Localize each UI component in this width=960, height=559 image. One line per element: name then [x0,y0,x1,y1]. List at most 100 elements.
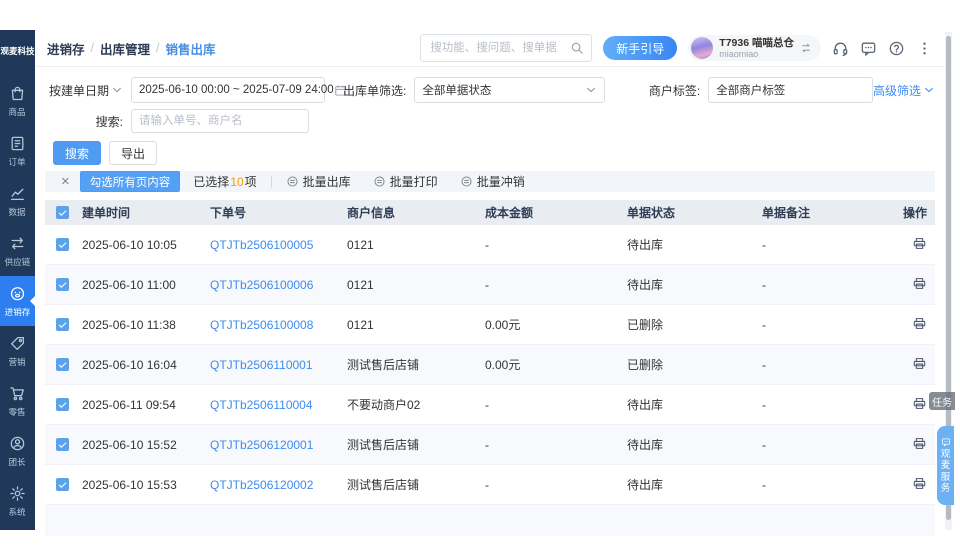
export-button[interactable]: 导出 [109,141,157,165]
cell-note: - [762,398,897,412]
search-button[interactable]: 搜索 [53,141,101,165]
sidebar-item-group-leader[interactable]: 团长 [0,426,35,476]
order-number-link[interactable]: QTJTb2506110004 [210,398,313,412]
gear-icon [9,485,26,502]
order-number-link[interactable]: QTJTb2506120001 [210,438,313,452]
order-number-link[interactable]: QTJTb2506100008 [210,318,313,332]
print-icon[interactable] [912,236,927,251]
cell-create-time: 2025-06-10 16:04 [82,358,210,372]
cell-note: - [762,438,897,452]
table-row: 2025-06-10 15:53QTJTb2506120002测试售后店铺-待出… [45,465,935,505]
bag-icon [9,85,26,102]
table-row: 2025-06-10 10:05QTJTb25061000050121-待出库- [45,225,935,265]
global-search-input[interactable] [428,41,566,55]
date-type-dropdown[interactable]: 按建单日期 [45,82,123,99]
main-area: 进销存/出库管理/销售出库 新手引导 T7936 喵喵总仓 miaomiao [35,30,945,530]
cell-status: 已删除 [627,356,762,373]
order-number-link[interactable]: QTJTb2506110001 [210,358,313,372]
filter-row-1: 按建单日期 2025-06-10 00:00 ~ 2025-07-09 24:0… [45,77,935,103]
row-checkbox[interactable] [56,478,69,491]
message-icon[interactable] [860,40,877,57]
sidebar-item-label: 进销存 [5,305,31,317]
switch-account-icon[interactable] [800,42,812,54]
date-range-input[interactable]: 2025-06-10 00:00 ~ 2025-07-09 24:00 [131,77,325,103]
table-row: 2025-06-11 09:54QTJTb2506110004不要动商户02-待… [45,385,935,425]
sidebar-item-retail[interactable]: 零售 [0,376,35,426]
sidebar-item-label: 营销 [9,355,26,367]
batch-print-button[interactable]: 批量打印 [373,173,438,190]
col-header-status: 单据状态 [627,204,762,221]
print-icon[interactable] [912,396,927,411]
breadcrumb-separator: / [156,41,159,55]
cell-cost: - [485,278,627,292]
close-icon[interactable]: × [61,174,70,189]
status-select-value: 全部单据状态 [422,82,491,98]
cell-note: - [762,278,897,292]
select-all-pages-button[interactable]: 勾选所有页内容 [80,171,181,192]
task-tab[interactable]: 任务 [929,392,955,410]
customer-service-icon[interactable] [832,40,849,57]
row-checkbox[interactable] [56,438,69,451]
advanced-filter-toggle[interactable]: 高级筛选 [873,82,935,99]
status-select[interactable]: 全部单据状态 [414,77,605,103]
sidebar-item-label: 团长 [9,455,26,467]
row-checkbox[interactable] [56,398,69,411]
print-icon[interactable] [912,316,927,331]
batch-outbound-button[interactable]: 批量出库 [286,173,351,190]
cell-status: 待出库 [627,276,762,293]
sidebar-nav: 商品订单数据供应链进销存营销零售团长系统 [0,76,35,526]
print-icon[interactable] [912,436,927,451]
more-icon[interactable] [916,40,933,57]
cell-merchant: 测试售后店铺 [347,436,485,453]
service-chat-icon [941,437,951,447]
cell-cost: - [485,478,627,492]
print-icon[interactable] [912,276,927,291]
breadcrumb: 进销存/出库管理/销售出库 [47,39,216,58]
order-number-link[interactable]: QTJTb2506120002 [210,478,313,492]
sidebar-item-system[interactable]: 系统 [0,476,35,526]
global-search[interactable] [420,34,592,62]
col-header-actions: 操作 [897,204,935,221]
chart-icon [9,185,26,202]
breadcrumb-item[interactable]: 进销存 [47,39,85,58]
order-search-input[interactable] [131,109,309,133]
sidebar-item-data[interactable]: 数据 [0,176,35,226]
batch-action-bar: × 勾选所有页内容 已选择10项 批量出库 批量打印 批量冲销 [45,171,935,192]
col-header-create-time: 建单时间 [82,204,210,221]
date-range-value: 2025-06-10 00:00 ~ 2025-07-09 24:00 [139,84,334,96]
row-checkbox[interactable] [56,238,69,251]
order-number-link[interactable]: QTJTb2506100005 [210,238,313,252]
cell-note: - [762,238,897,252]
cell-note: - [762,478,897,492]
row-checkbox[interactable] [56,358,69,371]
batch-writeoff-button[interactable]: 批量冲销 [460,173,525,190]
search-label: 搜索: [45,113,123,130]
avatar [691,37,713,59]
print-icon[interactable] [912,476,927,491]
cell-create-time: 2025-06-11 09:54 [82,398,210,412]
service-tab[interactable]: 观麦服务 [937,426,954,505]
row-checkbox[interactable] [56,318,69,331]
search-icon [570,41,584,55]
sidebar-item-label: 供应链 [5,255,31,267]
circle-op-icon [373,175,386,188]
sidebar-item-supply-chain[interactable]: 供应链 [0,226,35,276]
help-icon[interactable] [888,40,905,57]
sidebar-item-goods[interactable]: 商品 [0,76,35,126]
app-window: 观麦科技 商品订单数据供应链进销存营销零售团长系统 进销存/出库管理/销售出库 … [0,30,945,530]
row-checkbox[interactable] [56,278,69,291]
date-type-label: 按建单日期 [49,82,109,99]
sidebar-item-inventory[interactable]: 进销存 [0,276,35,326]
selected-count-text: 已选择10项 [193,173,256,190]
merchant-tag-input[interactable]: 全部商户标签 [708,77,873,103]
sidebar-item-label: 零售 [9,405,26,417]
select-all-checkbox[interactable] [56,206,69,219]
sidebar-item-marketing[interactable]: 营销 [0,326,35,376]
order-number-link[interactable]: QTJTb2506100006 [210,278,313,292]
user-account-pill[interactable]: T7936 喵喵总仓 miaomiao [688,35,821,61]
print-icon[interactable] [912,356,927,371]
breadcrumb-item[interactable]: 出库管理 [100,39,150,58]
beginner-guide-button[interactable]: 新手引导 [603,36,677,60]
sidebar-item-orders[interactable]: 订单 [0,126,35,176]
batch-buttons: 批量出库 批量打印 批量冲销 [286,173,525,190]
